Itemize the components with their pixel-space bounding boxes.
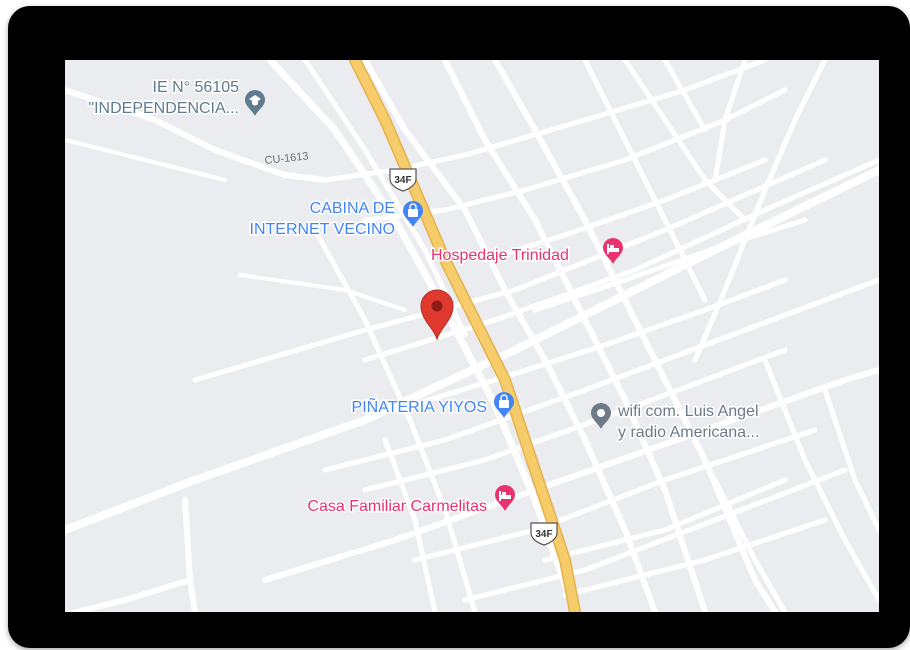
street <box>182 497 198 612</box>
highway-shield-label: 34F <box>535 529 552 540</box>
poi-label[interactable]: INTERNET VECINO <box>248 220 397 240</box>
poi-ie-56105[interactable]: IE N° 56105"INDEPENDENCIA... <box>87 78 265 119</box>
poi-label[interactable]: IE N° 56105 <box>151 78 241 98</box>
map-view[interactable]: CU-1613 34F 34F IE N° 56105 "INDEPENDENCIA..… <box>65 60 879 612</box>
street <box>622 60 748 223</box>
poi-label[interactable]: wifi com. Luis Angel <box>616 402 761 422</box>
street <box>65 577 193 612</box>
road-label-cu-1613: CU-1613 <box>264 150 309 167</box>
red-location-pin-icon[interactable] <box>420 289 454 341</box>
poi-casa-carmelitas[interactable]: Casa Familiar Carmelitas <box>306 485 515 517</box>
place-marker-icon[interactable] <box>591 403 611 429</box>
street <box>238 273 407 312</box>
device-frame: CU-1613 34F 34F IE N° 56105 "INDEPENDENCIA..… <box>8 6 910 648</box>
poi-label[interactable]: Casa Familiar Carmelitas <box>306 497 489 517</box>
map-canvas[interactable]: CU-1613 34F 34F IE N° 56105"INDEPENDENCIA..… <box>65 60 879 612</box>
poi-label[interactable]: CABINA DE <box>308 199 396 219</box>
street-network <box>65 60 879 612</box>
graduation-cap-icon[interactable] <box>245 90 265 116</box>
poi-label[interactable]: Hospedaje Trinidad <box>430 246 571 266</box>
street <box>712 477 788 612</box>
highway-shield-label: 34F <box>394 175 411 186</box>
poi-label[interactable]: y radio Americana... <box>617 423 761 443</box>
bed-icon[interactable] <box>495 485 515 511</box>
street <box>822 387 879 533</box>
poi-label[interactable]: PIÑATERIA YIYOS <box>350 395 488 418</box>
poi-label[interactable]: "INDEPENDENCIA... <box>87 99 241 119</box>
